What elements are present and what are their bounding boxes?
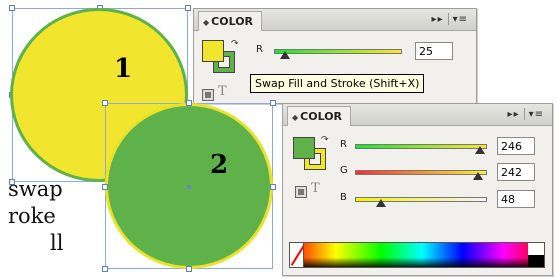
tab-color[interactable]: ◆ COLOR (198, 11, 263, 31)
header-controls: ▸▸ ▾≡ (432, 13, 468, 25)
header-controls: ▸▸ ▾≡ (508, 108, 544, 120)
black-white-swatch[interactable] (528, 243, 544, 255)
selection-handle[interactable] (270, 100, 276, 106)
last-color-icon[interactable] (295, 186, 307, 198)
swap-arrow-icon[interactable]: ↷ (321, 135, 329, 145)
slider-g[interactable] (355, 170, 487, 175)
slider-b[interactable] (355, 197, 487, 202)
text-icon: T (311, 181, 320, 196)
selection-handle[interactable] (102, 184, 108, 190)
selection-handle[interactable] (270, 184, 276, 190)
circle-1-label: 1 (114, 54, 133, 84)
slider-thumb-r[interactable] (280, 51, 290, 59)
panel-header: ◆ COLOR ▸▸ ▾≡ (283, 104, 552, 126)
tab-color[interactable]: ◆ COLOR (287, 106, 352, 126)
selection-handle[interactable] (186, 100, 192, 106)
center-point (187, 185, 191, 189)
none-color-icon[interactable] (290, 243, 304, 267)
diamond-icon: ◆ (292, 113, 299, 122)
tab-color-label: COLOR (300, 110, 343, 123)
side-text-line-2: roke (8, 204, 56, 228)
color-panel-2: ◆ COLOR ▸▸ ▾≡ ↷ R 246 G 242 B 48 T (282, 103, 553, 276)
panel-menu-icon[interactable]: ▾≡ (529, 109, 544, 120)
tooltip-swap: Swap Fill and Stroke (Shift+X) (250, 74, 425, 93)
slider-thumb-b[interactable] (376, 199, 386, 207)
side-text-line-3: ll (50, 231, 64, 255)
fill-swatch[interactable] (293, 137, 315, 159)
channel-label-g: G (340, 165, 348, 176)
selection-handle[interactable] (102, 100, 108, 106)
circle-2-label: 2 (210, 150, 229, 180)
fill-swatch[interactable] (202, 40, 224, 62)
value-field-g[interactable]: 242 (497, 163, 535, 181)
text-icon: T (218, 84, 227, 99)
slider-thumb-g[interactable] (473, 172, 483, 180)
value-field-b[interactable]: 48 (497, 190, 535, 208)
slider-r[interactable] (355, 144, 487, 149)
channel-label-r: R (340, 139, 347, 150)
black-swatch[interactable] (528, 255, 544, 267)
selection-handle[interactable] (186, 266, 192, 272)
last-color-icon[interactable] (202, 89, 214, 101)
slider-r[interactable] (274, 49, 402, 54)
swap-arrow-icon[interactable]: ↷ (231, 39, 239, 49)
divider (447, 13, 449, 25)
selection-handle[interactable] (185, 5, 191, 11)
divider (523, 108, 525, 120)
double-arrow-icon[interactable]: ▸▸ (508, 109, 520, 120)
side-text-line-1: swap (8, 177, 63, 201)
double-arrow-icon[interactable]: ▸▸ (432, 14, 444, 25)
panel-header: ◆ COLOR ▸▸ ▾≡ (194, 9, 476, 31)
tab-color-label: COLOR (211, 15, 254, 28)
panel-menu-icon[interactable]: ▾≡ (453, 14, 468, 25)
value-field-r[interactable]: 25 (415, 42, 453, 60)
color-spectrum[interactable] (289, 242, 545, 268)
slider-thumb-r[interactable] (475, 146, 485, 154)
value-field-r[interactable]: 246 (497, 137, 535, 155)
selection-handle[interactable] (102, 266, 108, 272)
channel-label-r: R (256, 44, 263, 55)
diamond-icon: ◆ (203, 18, 210, 27)
channel-label-b: B (340, 192, 347, 203)
selection-handle[interactable] (9, 5, 15, 11)
